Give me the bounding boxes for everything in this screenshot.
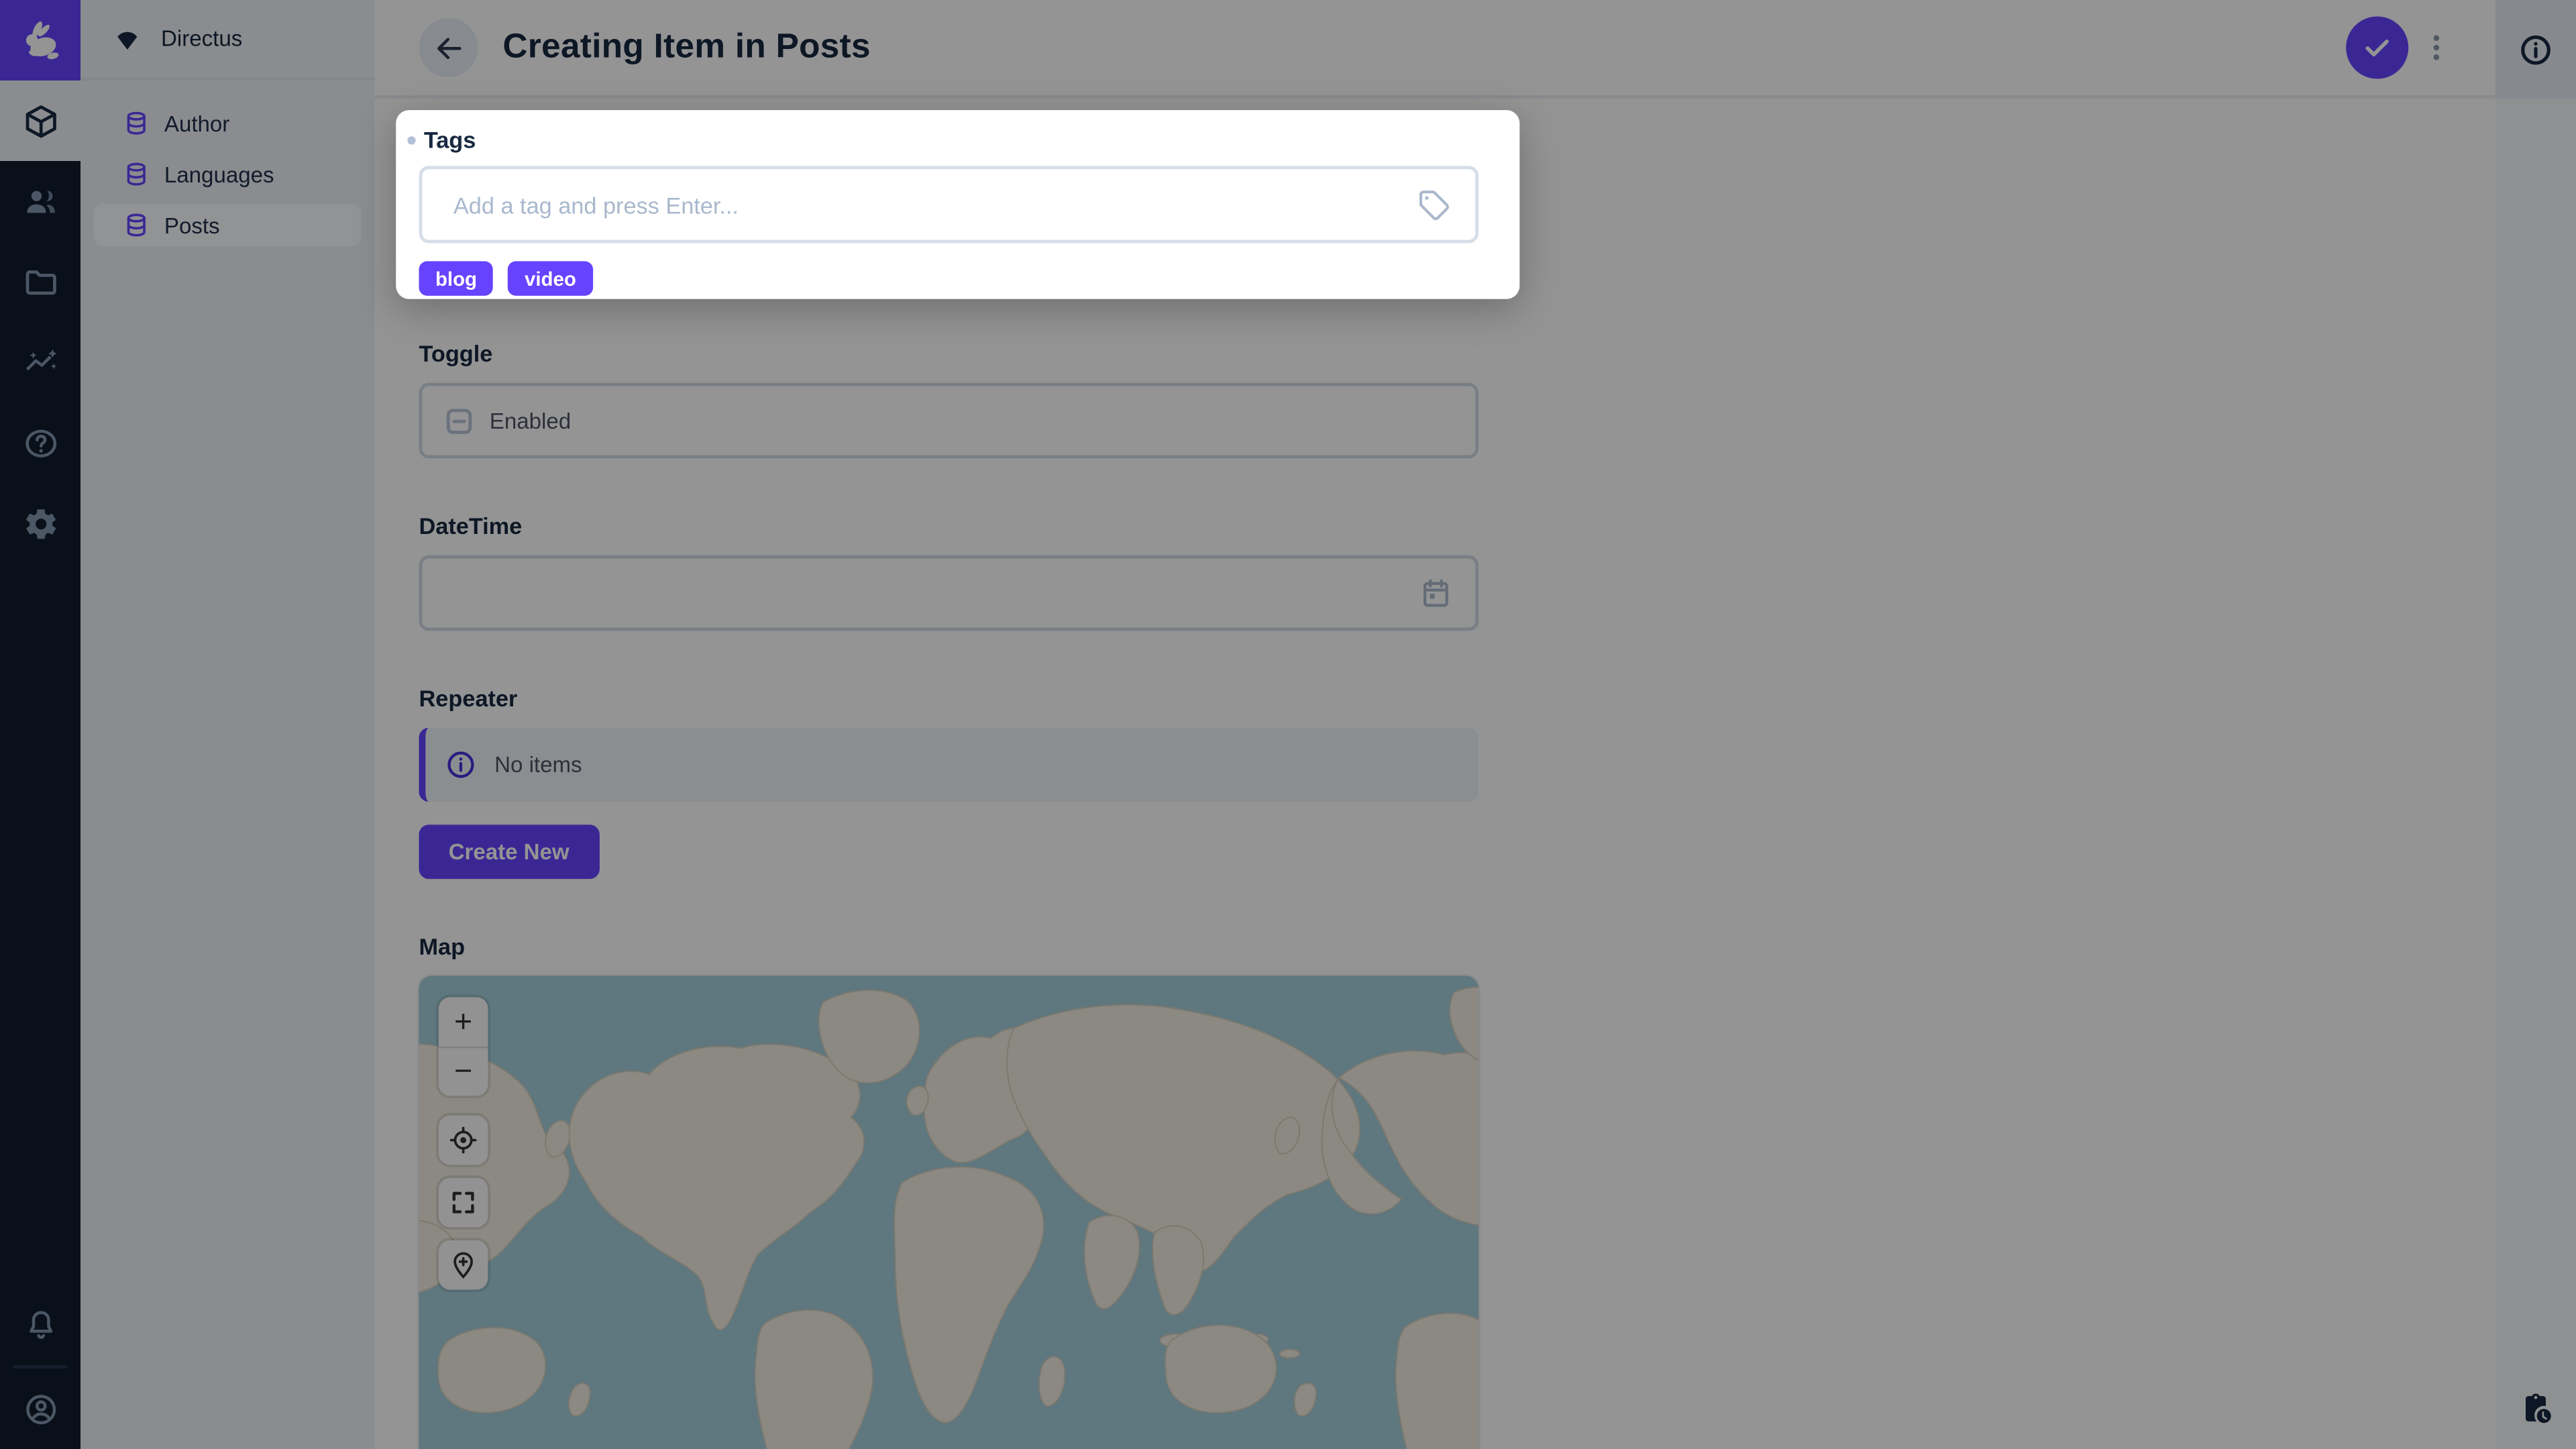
field-label-tags: Tags <box>424 127 476 153</box>
tags-field-card: Tags blog video <box>396 110 1519 299</box>
tags-pills: blog video <box>419 261 1519 295</box>
tags-label-row: Tags <box>407 125 1519 154</box>
tag-pill[interactable]: blog <box>419 261 493 295</box>
tags-input-wrap <box>419 166 1479 243</box>
directus-app: Directus Author Languages <box>0 0 2576 1449</box>
tag-icon <box>1417 188 1450 221</box>
tag-pill[interactable]: video <box>508 261 593 295</box>
edited-indicator-dot <box>407 136 415 144</box>
tags-input[interactable] <box>419 166 1479 243</box>
